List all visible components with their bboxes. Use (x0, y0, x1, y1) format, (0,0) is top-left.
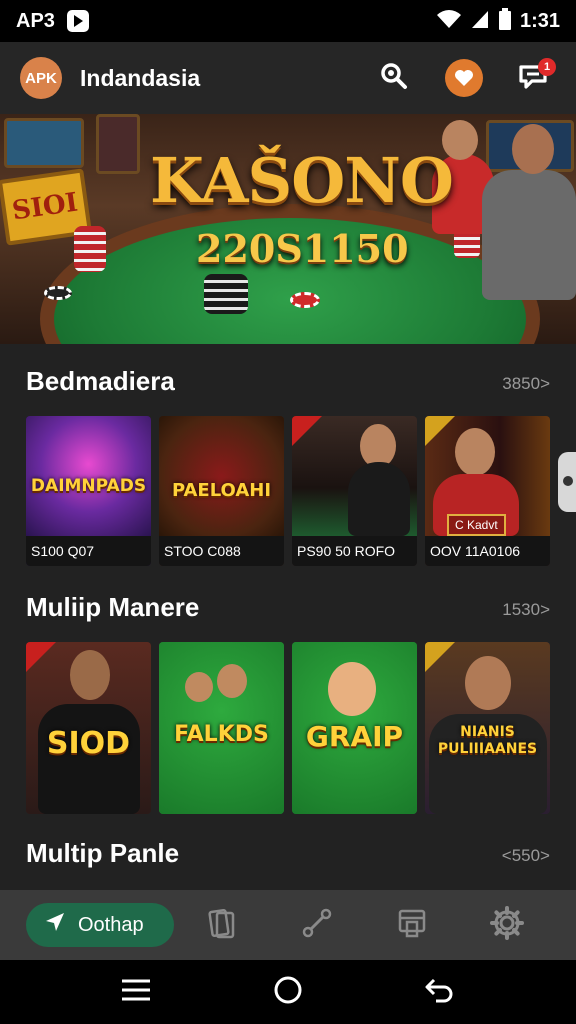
app-logo[interactable]: APK (20, 57, 62, 99)
connect-icon (301, 907, 333, 944)
status-bar: AP3 1:31 (0, 0, 576, 42)
section-see-all[interactable]: 1530> (502, 600, 550, 620)
game-card[interactable]: SIOD (26, 642, 151, 814)
game-caption: S100 Q07 (26, 536, 151, 566)
player-head (465, 656, 511, 710)
game-card[interactable]: FALKDS (159, 642, 284, 814)
hot-ribbon (425, 416, 455, 446)
section-title: Multip Panle (26, 838, 180, 868)
hot-ribbon (425, 642, 455, 672)
game-card[interactable]: PAELOAHI STOO C088 (159, 416, 284, 566)
chip (290, 292, 320, 308)
character-head (328, 662, 376, 716)
favorites-button[interactable] (442, 56, 486, 100)
character-head (185, 672, 213, 702)
section-see-all[interactable]: <550> (502, 846, 550, 866)
back-icon (424, 976, 456, 1009)
battery-icon (498, 7, 512, 35)
game-card[interactable]: NIANIS PULIIIAANES (425, 642, 550, 814)
game-card[interactable]: PS90 50 ROFO (292, 416, 417, 566)
layout-icon (397, 908, 427, 943)
player-head (70, 650, 110, 700)
chip (44, 286, 72, 300)
player-head (512, 124, 554, 174)
wifi-icon (436, 9, 462, 34)
game-title-art: NIANIS PULIIIAANES (437, 724, 538, 757)
section-title: Muliip Manere (26, 592, 200, 622)
nav-tab-layout[interactable] (364, 890, 459, 960)
nav-active-tab[interactable]: Oothap (26, 903, 174, 947)
home-button[interactable] (266, 970, 310, 1014)
game-card[interactable]: GRAIP (292, 642, 417, 814)
cards-icon (207, 907, 237, 944)
chip-stack (204, 274, 248, 314)
signal-icon (470, 9, 490, 34)
app-title: Indandasia (80, 64, 201, 91)
nav-tab-cards[interactable] (174, 890, 269, 960)
bottom-nav: Oothap (0, 890, 576, 960)
dealer (348, 462, 410, 536)
game-caption: PS90 50 ROFO (292, 536, 417, 566)
clock: 1:31 (519, 9, 560, 32)
notification-badge: 1 (538, 58, 556, 76)
wall-sign (96, 114, 140, 174)
wall-sign (4, 118, 84, 168)
player (482, 170, 576, 300)
search-button[interactable] (372, 56, 416, 100)
app-header: APK Indandasia 1 (0, 42, 576, 114)
hot-ribbon (292, 416, 322, 446)
scroll-handle[interactable] (558, 452, 576, 512)
nav-active-label: Oothap (78, 913, 144, 936)
game-row: DAIMNPADS S100 Q07 PAELOAHI STOO C088 PS… (26, 416, 550, 566)
app-notification-icon (66, 10, 89, 32)
hero-banner[interactable]: SIOI KAŠONO 220S1150 (0, 114, 576, 344)
game-title-art: GRAIP (305, 720, 404, 753)
home-circle-icon (273, 975, 303, 1010)
carrier-label: AP3 (16, 9, 55, 32)
hero-title: KAŠONO (150, 144, 454, 217)
game-title-art: FALKDS (174, 722, 269, 747)
search-icon (380, 62, 408, 95)
nav-tab-settings[interactable] (459, 890, 554, 960)
game-art (159, 416, 284, 536)
game-caption: STOO C088 (159, 536, 284, 566)
game-caption: OOV 11A0106 (425, 536, 550, 566)
chip-stack (74, 226, 106, 272)
heart-icon (445, 59, 483, 97)
game-card[interactable]: C Kadvt OOV 11A0106 (425, 416, 550, 566)
section-title: Bedmadiera (26, 366, 175, 396)
hot-ribbon (26, 642, 56, 672)
menu-icon (120, 978, 152, 1007)
section-see-all[interactable]: 3850> (502, 374, 550, 394)
hero-subtitle: 220S1150 (196, 226, 409, 271)
character-head (217, 664, 247, 698)
recent-apps-button[interactable] (114, 970, 158, 1014)
game-badge: C Kadvt (447, 514, 506, 536)
navigate-icon (44, 911, 66, 939)
game-title-art: SIOD (46, 726, 131, 761)
game-title-art: DAIMNPADS (30, 476, 147, 496)
nav-tab-connect[interactable] (269, 890, 364, 960)
game-row: SIOD FALKDS GRAIP NIANIS PULIIIAANES (26, 642, 550, 814)
game-title-art: PAELOAHI (171, 480, 272, 501)
player-head (455, 428, 495, 476)
settings-icon (489, 905, 525, 946)
game-card[interactable]: DAIMNPADS S100 Q07 (26, 416, 151, 566)
messages-button[interactable]: 1 (512, 56, 556, 100)
back-button[interactable] (418, 970, 462, 1014)
system-nav-bar (0, 960, 576, 1024)
